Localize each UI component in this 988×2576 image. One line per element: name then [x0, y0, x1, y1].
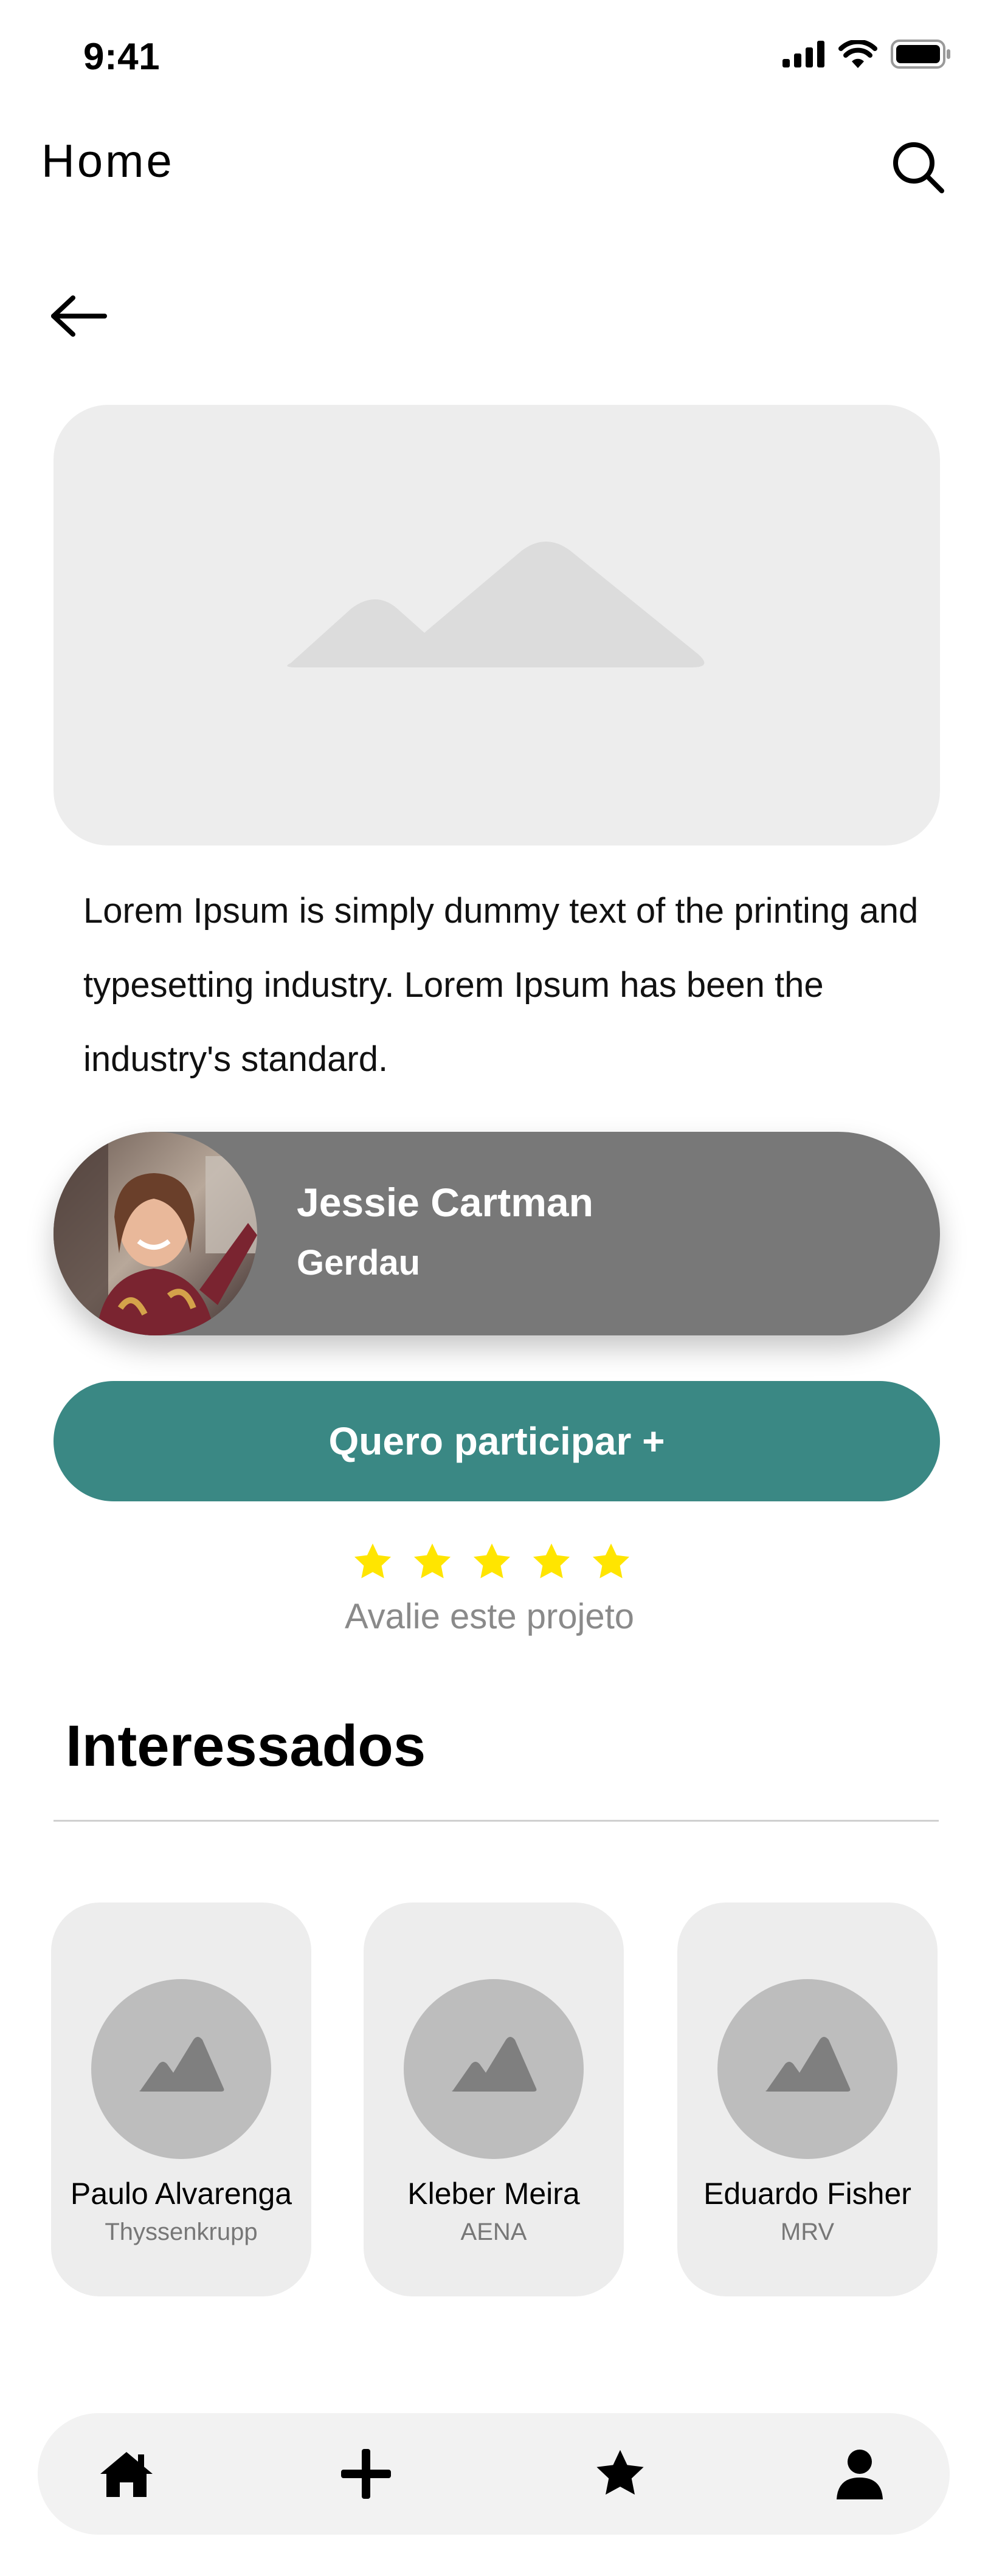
host-avatar — [54, 1132, 257, 1335]
search-button[interactable] — [891, 140, 945, 195]
page-title: Home — [41, 136, 174, 187]
avatar — [717, 1979, 897, 2159]
star-icon[interactable] — [351, 1541, 394, 1583]
nav-profile[interactable] — [829, 2443, 890, 2504]
nav-home[interactable] — [96, 2443, 157, 2504]
battery-icon — [891, 40, 950, 69]
bottom-navigation — [38, 2413, 950, 2535]
star-icon — [596, 2450, 644, 2495]
person-company: AENA — [460, 2219, 527, 2245]
search-icon — [893, 142, 944, 193]
person-name: Eduardo Fisher — [703, 2177, 911, 2211]
person-name: Kleber Meira — [407, 2177, 580, 2211]
star-icon[interactable] — [411, 1541, 454, 1583]
image-placeholder-icon — [452, 2037, 537, 2092]
section-title-interested: Interessados — [66, 1713, 426, 1779]
person-name: Paulo Alvarenga — [70, 2177, 292, 2211]
interested-card[interactable]: Kleber Meira AENA — [364, 1903, 624, 2296]
nav-add[interactable] — [336, 2443, 396, 2504]
wifi-icon — [838, 40, 877, 68]
image-placeholder-icon — [765, 2037, 851, 2092]
section-divider — [54, 1820, 939, 1822]
status-time: 9:41 — [83, 36, 161, 78]
person-company: MRV — [780, 2219, 835, 2245]
arrow-left-icon — [51, 295, 107, 337]
rating-stars — [351, 1541, 632, 1583]
host-company: Gerdau — [297, 1243, 421, 1283]
back-button[interactable] — [49, 292, 109, 340]
image-placeholder-icon — [139, 2037, 224, 2092]
nav-favorites[interactable] — [590, 2443, 651, 2504]
star-icon[interactable] — [590, 1541, 632, 1583]
star-icon[interactable] — [471, 1541, 513, 1583]
image-placeholder-icon — [287, 542, 705, 667]
interested-card[interactable]: Eduardo Fisher MRV — [677, 1903, 938, 2296]
user-icon — [837, 2450, 883, 2499]
host-name: Jessie Cartman — [297, 1180, 593, 1225]
avatar — [404, 1979, 584, 2159]
plus-icon — [341, 2449, 391, 2499]
signal-icon — [782, 41, 824, 67]
home-icon — [100, 2452, 153, 2497]
avatar — [91, 1979, 271, 2159]
participate-button[interactable]: Quero participar + — [54, 1381, 940, 1501]
interested-card[interactable]: Paulo Alvarenga Thyssenkrupp — [51, 1903, 311, 2296]
person-company: Thyssenkrupp — [105, 2219, 258, 2245]
project-image — [54, 405, 940, 845]
rating-label: Avalie este projeto — [344, 1597, 635, 1636]
status-icons — [782, 40, 952, 69]
host-card[interactable]: Jessie Cartman Gerdau — [54, 1132, 940, 1335]
project-description: Lorem Ipsum is simply dummy text of the … — [83, 891, 919, 1079]
star-icon[interactable] — [530, 1541, 573, 1583]
project-detail-screen: 9:41 Home Lorem Ipsum is simply dummy te… — [0, 0, 988, 2576]
